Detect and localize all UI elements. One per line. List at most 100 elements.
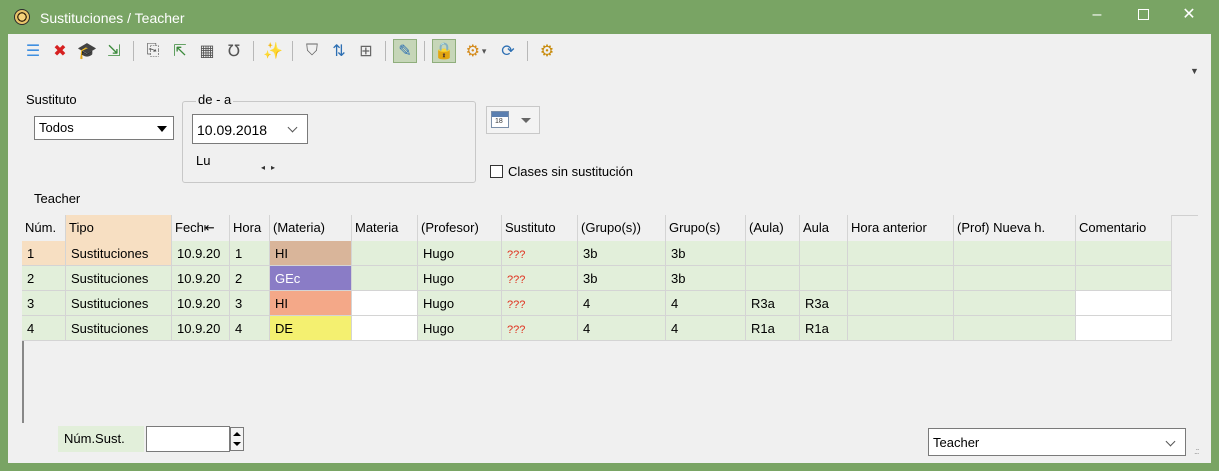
next-day-icon[interactable]: ▸ xyxy=(271,163,275,172)
cell-tipo[interactable]: Sustituciones xyxy=(66,316,172,341)
cell-nueva-hora[interactable] xyxy=(954,316,1076,341)
column-header-aula-orig[interactable]: (Aula) xyxy=(746,215,800,241)
cell-comentario[interactable] xyxy=(1076,316,1172,341)
view-select[interactable]: Teacher xyxy=(928,428,1186,456)
cell-nueva-hora[interactable] xyxy=(954,266,1076,291)
cell-aula-orig[interactable]: R1a xyxy=(746,316,800,341)
num-sust-input[interactable] xyxy=(146,426,230,452)
column-header-profesor[interactable]: (Profesor) xyxy=(418,215,502,241)
num-sust-spinner[interactable] xyxy=(230,427,244,451)
column-header-nueva-hora[interactable]: (Prof) Nueva h. xyxy=(954,215,1076,241)
calendar-button[interactable]: 18 xyxy=(486,106,540,134)
refresh-button[interactable]: ⟳ xyxy=(496,39,520,63)
magic-wand-button[interactable]: ✨ xyxy=(261,39,285,63)
cell-materia-orig[interactable]: DE xyxy=(270,316,352,341)
cell-grupos-orig[interactable]: 3b xyxy=(578,266,666,291)
cell-grupos-orig[interactable]: 4 xyxy=(578,291,666,316)
document-gear-button[interactable]: ⚙ ▾ xyxy=(459,39,493,63)
cell-materia-orig[interactable]: GEc xyxy=(270,266,352,291)
cell-aula[interactable] xyxy=(800,241,848,266)
column-header-materia-orig[interactable]: (Materia) xyxy=(270,215,352,241)
copy-button[interactable]: ⎘ xyxy=(141,39,165,63)
cell-sustituto[interactable]: ??? xyxy=(502,266,578,291)
cell-aula[interactable] xyxy=(800,266,848,291)
sort-button[interactable]: ⇅ xyxy=(327,39,351,63)
cell-num[interactable]: 1 xyxy=(22,241,66,266)
column-header-hora[interactable]: Hora xyxy=(230,215,270,241)
previous-day-icon[interactable]: ◂ xyxy=(261,163,265,172)
spin-up-icon[interactable] xyxy=(233,432,241,436)
lock-button[interactable]: 🔒 xyxy=(432,39,456,63)
column-header-hora-anterior[interactable]: Hora anterior xyxy=(848,215,954,241)
resize-grip-icon[interactable]: .:: xyxy=(1194,446,1199,456)
cell-sustituto[interactable]: ??? xyxy=(502,291,578,316)
calculator-button[interactable]: ▦ xyxy=(195,39,219,63)
column-header-aula[interactable]: Aula xyxy=(800,215,848,241)
cell-fecha[interactable]: 10.9.20 xyxy=(172,241,230,266)
cell-aula[interactable]: R3a xyxy=(800,291,848,316)
cell-fecha[interactable]: 10.9.20 xyxy=(172,291,230,316)
cell-profesor[interactable]: Hugo xyxy=(418,316,502,341)
cell-hora-anterior[interactable] xyxy=(848,316,954,341)
cell-sustituto[interactable]: ??? xyxy=(502,316,578,341)
cell-num[interactable]: 3 xyxy=(22,291,66,316)
cell-comentario[interactable] xyxy=(1076,241,1172,266)
cell-hora[interactable]: 3 xyxy=(230,291,270,316)
toolbar-overflow-icon[interactable]: ▼ xyxy=(1190,66,1199,76)
cell-aula-orig[interactable]: R3a xyxy=(746,291,800,316)
filter-button[interactable]: ⛉ xyxy=(300,39,324,63)
column-header-grupos-orig[interactable]: (Grupo(s)) xyxy=(578,215,666,241)
export-button[interactable]: ⇲ xyxy=(102,39,126,63)
cell-aula[interactable]: R1a xyxy=(800,316,848,341)
cell-grupos[interactable]: 4 xyxy=(666,291,746,316)
cell-num[interactable]: 4 xyxy=(22,316,66,341)
list-button[interactable]: ☰ xyxy=(21,39,45,63)
cell-aula-orig[interactable] xyxy=(746,266,800,291)
cell-materia[interactable] xyxy=(352,266,418,291)
delete-button[interactable]: ✖ xyxy=(48,39,72,63)
cell-profesor[interactable]: Hugo xyxy=(418,266,502,291)
cell-grupos[interactable]: 3b xyxy=(666,266,746,291)
cell-materia-orig[interactable]: HI xyxy=(270,291,352,316)
teacher-hat-button[interactable]: 🎓 xyxy=(75,39,99,63)
close-button[interactable]: ✕ xyxy=(1166,0,1212,34)
cell-materia-orig[interactable]: HI xyxy=(270,241,352,266)
table-button[interactable]: ⊞ xyxy=(354,39,378,63)
no-substitution-checkbox[interactable] xyxy=(490,165,503,178)
cell-materia[interactable] xyxy=(352,291,418,316)
cell-tipo[interactable]: Sustituciones xyxy=(66,266,172,291)
column-header-grupos[interactable]: Grupo(s) xyxy=(666,215,746,241)
cell-sustituto[interactable]: ??? xyxy=(502,241,578,266)
cell-profesor[interactable]: Hugo xyxy=(418,291,502,316)
cell-materia[interactable] xyxy=(352,316,418,341)
cell-fecha[interactable]: 10.9.20 xyxy=(172,316,230,341)
minimize-button[interactable]: ‒ xyxy=(1074,0,1120,34)
sustituto-select[interactable]: Todos xyxy=(34,116,174,140)
cell-nueva-hora[interactable] xyxy=(954,241,1076,266)
spin-down-icon[interactable] xyxy=(233,442,241,446)
cell-profesor[interactable]: Hugo xyxy=(418,241,502,266)
date-picker[interactable]: 10.09.2018 xyxy=(192,114,308,144)
stethoscope-button[interactable]: ℧ xyxy=(222,39,246,63)
cell-tipo[interactable]: Sustituciones xyxy=(66,291,172,316)
cell-comentario[interactable] xyxy=(1076,291,1172,316)
cell-hora-anterior[interactable] xyxy=(848,291,954,316)
cell-grupos-orig[interactable]: 3b xyxy=(578,241,666,266)
cell-grupos[interactable]: 3b xyxy=(666,241,746,266)
column-header-num[interactable]: Núm. xyxy=(22,215,66,241)
cell-aula-orig[interactable] xyxy=(746,241,800,266)
cell-grupos[interactable]: 4 xyxy=(666,316,746,341)
cell-num[interactable]: 2 xyxy=(22,266,66,291)
cell-grupos-orig[interactable]: 4 xyxy=(578,316,666,341)
cell-hora[interactable]: 4 xyxy=(230,316,270,341)
cell-comentario[interactable] xyxy=(1076,266,1172,291)
cell-hora[interactable]: 2 xyxy=(230,266,270,291)
column-header-tipo[interactable]: Tipo xyxy=(66,215,172,241)
cell-materia[interactable] xyxy=(352,241,418,266)
cell-hora[interactable]: 1 xyxy=(230,241,270,266)
cell-tipo[interactable]: Sustituciones xyxy=(66,241,172,266)
column-header-sustituto[interactable]: Sustituto xyxy=(502,215,578,241)
settings-gear-button[interactable]: ⚙ xyxy=(535,39,559,63)
cell-hora-anterior[interactable] xyxy=(848,241,954,266)
column-header-materia[interactable]: Materia xyxy=(352,215,418,241)
